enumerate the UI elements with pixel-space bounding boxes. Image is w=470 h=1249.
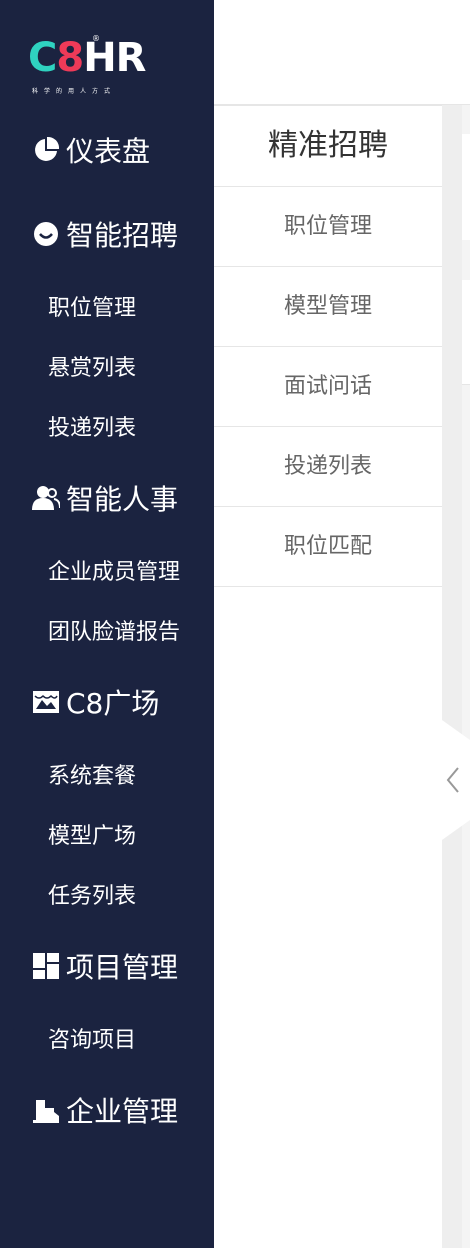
nav-dashboard-label: 仪表盘 — [66, 135, 151, 168]
submenu-panel: 精准招聘 职位管理 模型管理 面试问话 投递列表 职位匹配 — [214, 105, 442, 1249]
nav-smart-recruit-label: 智能招聘 — [66, 219, 179, 252]
sidebar-item-consult-project[interactable]: 咨询项目 — [48, 1026, 136, 1056]
logo-registered: ® — [92, 34, 100, 43]
grid-icon — [32, 952, 60, 980]
sidebar-item-team-report[interactable]: 团队脸谱报告 — [48, 618, 180, 648]
sidebar-item-model-plaza[interactable]: 模型广场 — [48, 822, 136, 852]
logo[interactable]: C8HR ® 科学的用人方式 — [28, 34, 158, 98]
smile-icon — [32, 220, 60, 248]
pie-chart-icon — [32, 136, 60, 164]
nav-enterprise-manage[interactable]: 企业管理 — [32, 1090, 178, 1130]
nav-project-manage-label: 项目管理 — [66, 951, 179, 984]
content-card — [462, 134, 470, 240]
logo-tagline: 科学的用人方式 — [32, 88, 117, 95]
sidebar-item-member-manage[interactable]: 企业成员管理 — [48, 558, 180, 588]
users-icon — [32, 484, 61, 512]
nav-smart-hr-label: 智能人事 — [66, 483, 179, 516]
logo-8: 8 — [56, 35, 84, 81]
sidebar-item-job-manage[interactable]: 职位管理 — [48, 294, 136, 324]
nav-smart-recruit[interactable]: 智能招聘 — [32, 214, 178, 254]
logo-c: C — [28, 35, 57, 81]
nav-smart-hr[interactable]: 智能人事 — [32, 478, 178, 518]
panel-gutter — [442, 105, 462, 1248]
sidebar: C8HR ® 科学的用人方式 仪表盘 智能招聘 职位管理 悬赏列表 投递列表 智… — [0, 0, 214, 1248]
collapse-toggle[interactable] — [442, 720, 470, 840]
submenu-item-interview-questions[interactable]: 面试问话 — [214, 347, 442, 427]
nav-enterprise-manage-label: 企业管理 — [66, 1095, 179, 1128]
submenu-item-job-match[interactable]: 职位匹配 — [214, 507, 442, 587]
content-area — [462, 105, 470, 1248]
content-card-2 — [462, 280, 470, 385]
submenu-title: 精准招聘 — [214, 106, 442, 187]
submenu-item-delivery-list[interactable]: 投递列表 — [214, 427, 442, 507]
sidebar-item-task-list[interactable]: 任务列表 — [48, 882, 136, 912]
nav-dashboard[interactable]: 仪表盘 — [32, 130, 150, 170]
nav-project-manage[interactable]: 项目管理 — [32, 946, 178, 986]
sidebar-item-bounty-list[interactable]: 悬赏列表 — [48, 354, 136, 384]
store-icon — [32, 688, 60, 716]
nav-c8-plaza[interactable]: C8广场 — [32, 682, 159, 722]
building-icon — [32, 1096, 60, 1124]
sidebar-item-delivery-list[interactable]: 投递列表 — [48, 414, 136, 444]
submenu-item-model-manage[interactable]: 模型管理 — [214, 267, 442, 347]
nav-c8-plaza-label: C8广场 — [66, 687, 160, 720]
submenu-item-job-manage[interactable]: 职位管理 — [214, 187, 442, 267]
sidebar-item-system-package[interactable]: 系统套餐 — [48, 762, 136, 792]
